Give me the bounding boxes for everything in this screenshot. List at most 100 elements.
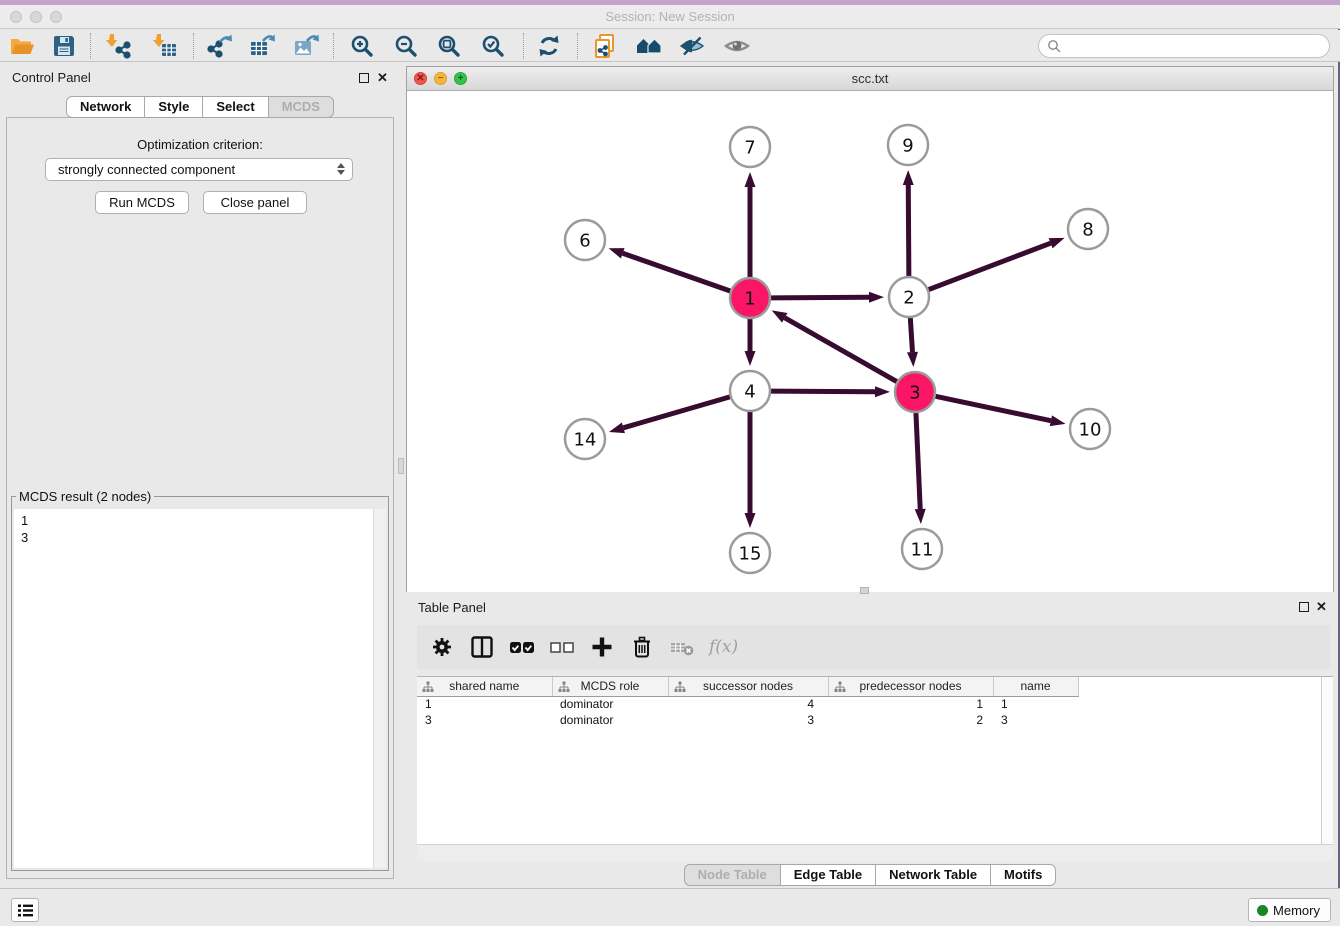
hide-selected-icon[interactable] xyxy=(679,33,705,59)
graph-edge-arrowhead xyxy=(745,351,756,366)
graph-edge-2-3[interactable] xyxy=(910,318,912,352)
column-header-shared-name[interactable]: shared name xyxy=(417,677,552,696)
graph-edge-arrowhead xyxy=(745,172,756,187)
mcds-result-text: 1 3 xyxy=(21,512,28,546)
column-header-mcds-role[interactable]: MCDS role xyxy=(552,677,668,696)
save-session-icon[interactable] xyxy=(51,33,77,59)
graph-edge-arrowhead xyxy=(609,423,625,434)
graph-node-label: 10 xyxy=(1079,420,1102,441)
refresh-icon[interactable] xyxy=(536,33,562,59)
table-header-row: shared name MCDS role successor nodes pr… xyxy=(417,677,1078,696)
export-network-icon[interactable] xyxy=(206,33,232,59)
toolbar-separator xyxy=(523,33,524,59)
network-view-window: ✕ − + scc.txt 7968124314101511 xyxy=(406,66,1334,592)
window-titlebar: Session: New Session xyxy=(0,5,1340,29)
zoom-out-icon[interactable] xyxy=(393,33,419,59)
table-row[interactable]: 3dominator323 xyxy=(417,712,1078,728)
graph-node-label: 8 xyxy=(1082,220,1093,241)
tab-network[interactable]: Network xyxy=(66,96,145,118)
column-header-name[interactable]: name xyxy=(993,677,1078,696)
network-graph: 7968124314101511 xyxy=(407,92,1333,592)
graph-edge-3-1[interactable] xyxy=(785,318,897,382)
graph-edge-2-8[interactable] xyxy=(929,243,1051,289)
graph-edge-arrowhead xyxy=(1050,415,1066,426)
graph-node-label: 4 xyxy=(744,382,755,403)
graph-edge-arrowhead xyxy=(907,352,918,367)
graph-edge-4-3[interactable] xyxy=(771,391,875,392)
export-table-icon[interactable] xyxy=(249,33,275,59)
tab-edge-table[interactable]: Edge Table xyxy=(780,864,876,886)
search-input[interactable] xyxy=(1038,34,1330,58)
table-row[interactable]: 1dominator411 xyxy=(417,696,1078,712)
graph-edge-4-14[interactable] xyxy=(623,397,729,428)
search-icon xyxy=(1047,39,1061,53)
tab-style[interactable]: Style xyxy=(144,96,203,118)
graph-node-label: 1 xyxy=(744,289,755,310)
tab-select[interactable]: Select xyxy=(202,96,268,118)
table-vertical-scrollbar[interactable] xyxy=(1321,676,1333,844)
toolbar-separator xyxy=(333,33,334,59)
zoom-selected-icon[interactable] xyxy=(480,33,506,59)
mcds-result-scrollbar[interactable] xyxy=(373,509,386,868)
table-toolbar: f(x) xyxy=(417,625,1330,669)
graph-node-label: 3 xyxy=(909,383,920,404)
close-panel-button[interactable]: Close panel xyxy=(203,191,307,214)
memory-button[interactable]: Memory xyxy=(1248,898,1331,922)
function-builder-icon[interactable]: f(x) xyxy=(709,637,738,657)
column-header-predecessor-nodes[interactable]: predecessor nodes xyxy=(828,677,993,696)
tab-mcds[interactable]: MCDS xyxy=(268,96,334,118)
graph-node-label: 15 xyxy=(739,544,762,565)
control-panel-close-button[interactable]: ✕ xyxy=(377,72,388,84)
delete-icon[interactable] xyxy=(629,634,655,660)
network-window-title: scc.txt xyxy=(407,71,1333,86)
network-canvas[interactable]: 7968124314101511 xyxy=(407,92,1333,592)
columns-icon[interactable] xyxy=(469,634,495,660)
houses-icon[interactable] xyxy=(636,33,662,59)
table-panel-title: Table Panel xyxy=(418,600,486,615)
copy-network-icon[interactable] xyxy=(592,33,618,59)
tab-network-table[interactable]: Network Table xyxy=(875,864,991,886)
tab-motifs[interactable]: Motifs xyxy=(990,864,1056,886)
hierarchy-icon xyxy=(422,681,434,693)
import-network-icon[interactable] xyxy=(105,33,131,59)
table-horizontal-scrollbar[interactable] xyxy=(417,844,1333,861)
delete-table-icon[interactable] xyxy=(669,634,695,660)
column-header-successor-nodes[interactable]: successor nodes xyxy=(668,677,828,696)
mcds-result-box: 1 3 xyxy=(14,509,386,868)
criterion-value: strongly connected component xyxy=(58,162,235,177)
node-table: shared name MCDS role successor nodes pr… xyxy=(417,676,1321,844)
add-icon[interactable] xyxy=(589,634,615,660)
gear-icon[interactable] xyxy=(429,634,455,660)
graph-node-label: 6 xyxy=(579,231,590,252)
table-panel-float-button[interactable] xyxy=(1299,602,1309,612)
graph-edge-3-11[interactable] xyxy=(916,413,920,509)
horizontal-splitter-handle[interactable] xyxy=(860,587,869,594)
tab-node-table[interactable]: Node Table xyxy=(684,864,781,886)
vertical-splitter-handle[interactable] xyxy=(398,458,404,474)
application-window: Session: New Session xyxy=(0,0,1340,926)
criterion-dropdown[interactable]: strongly connected component xyxy=(45,158,353,181)
optimization-criterion-label: Optimization criterion: xyxy=(0,137,400,152)
graph-edge-3-10[interactable] xyxy=(936,396,1051,420)
zoom-in-icon[interactable] xyxy=(349,33,375,59)
control-panel-float-button[interactable] xyxy=(359,73,369,83)
graph-edge-arrowhead xyxy=(745,513,756,528)
search-field xyxy=(1038,34,1330,58)
export-image-icon[interactable] xyxy=(293,33,319,59)
graph-edge-arrowhead xyxy=(609,248,625,258)
open-session-icon[interactable] xyxy=(9,33,35,59)
graph-edge-1-2[interactable] xyxy=(771,297,869,298)
network-window-titlebar[interactable]: ✕ − + scc.txt xyxy=(407,67,1333,91)
graph-edge-2-9[interactable] xyxy=(908,185,909,276)
select-all-icon[interactable] xyxy=(509,634,535,660)
import-table-icon[interactable] xyxy=(152,33,178,59)
show-hidden-icon[interactable] xyxy=(724,33,750,59)
deselect-all-icon[interactable] xyxy=(549,634,575,660)
run-mcds-button[interactable]: Run MCDS xyxy=(95,191,189,214)
graph-edge-arrowhead xyxy=(869,292,884,303)
graph-edge-1-6[interactable] xyxy=(623,253,730,291)
task-history-button[interactable] xyxy=(11,898,39,922)
zoom-fit-icon[interactable] xyxy=(436,33,462,59)
mcds-result-group: MCDS result (2 nodes) 1 3 xyxy=(11,489,389,871)
table-panel-close-button[interactable]: ✕ xyxy=(1316,601,1327,613)
